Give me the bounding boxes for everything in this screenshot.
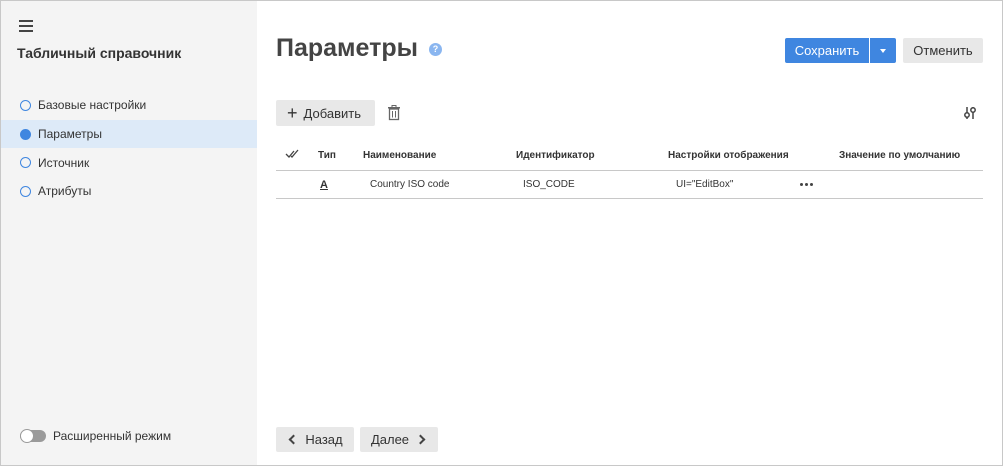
sidebar-item-label: Базовые настройки [38, 98, 147, 113]
cancel-button[interactable]: Отменить [903, 38, 983, 63]
trash-icon[interactable] [387, 105, 401, 121]
advanced-mode-label: Расширенный режим [53, 429, 172, 443]
page-title: Параметры [276, 34, 418, 62]
parameters-table: Тип Наименование Идентификатор Настройки… [276, 141, 983, 199]
menu-icon[interactable] [19, 20, 33, 32]
column-header-default-value[interactable]: Значение по умолчанию [839, 141, 960, 170]
caret-down-icon [880, 48, 886, 53]
column-header-identifier[interactable]: Идентификатор [516, 141, 595, 170]
sidebar-item-attributes[interactable]: Атрибуты [1, 177, 257, 206]
back-button-label: Назад [305, 432, 343, 447]
sidebar-nav: Базовые настройки Параметры Источник Атр… [1, 91, 257, 206]
settings-sliders-icon[interactable] [962, 105, 978, 121]
next-button-label: Далее [370, 432, 410, 447]
cell-display-settings: UI="EditBox" [676, 179, 734, 190]
back-button[interactable]: Назад [276, 427, 354, 452]
sidebar-item-base-settings[interactable]: Базовые настройки [1, 91, 257, 120]
column-header-display-settings[interactable]: Настройки отображения [668, 141, 789, 170]
sidebar: Табличный справочник Базовые настройки П… [1, 1, 257, 465]
check-all-icon[interactable] [285, 149, 301, 159]
advanced-mode-row: Расширенный режим [20, 429, 171, 443]
save-button[interactable]: Сохранить [785, 38, 869, 63]
save-dropdown-button[interactable] [870, 38, 896, 63]
help-icon[interactable]: ? [429, 43, 442, 56]
radio-icon [20, 99, 31, 111]
cell-identifier: ISO_CODE [523, 179, 575, 190]
sidebar-item-parameters[interactable]: Параметры [1, 119, 257, 149]
type-string-icon: A [320, 178, 328, 191]
cell-name: Country ISO code [370, 179, 450, 190]
toggle-knob [20, 429, 34, 443]
sidebar-title: Табличный справочник [17, 45, 182, 61]
add-button[interactable]: + Добавить [276, 100, 375, 126]
chevron-right-icon [415, 434, 426, 445]
next-button[interactable]: Далее [360, 427, 438, 452]
advanced-mode-toggle[interactable] [20, 429, 46, 443]
sidebar-item-source[interactable]: Источник [1, 148, 257, 177]
more-icon[interactable] [800, 171, 813, 198]
sidebar-item-label: Параметры [38, 127, 102, 142]
radio-icon [20, 128, 31, 140]
table-row[interactable]: A Country ISO code ISO_CODE UI="EditBox" [276, 171, 983, 199]
sidebar-item-label: Источник [38, 155, 90, 170]
radio-icon [20, 157, 31, 169]
column-header-name[interactable]: Наименование [363, 141, 436, 170]
sidebar-item-label: Атрибуты [38, 184, 92, 199]
column-header-type[interactable]: Тип [318, 141, 336, 170]
table-header: Тип Наименование Идентификатор Настройки… [276, 141, 983, 171]
add-button-label: Добавить [303, 105, 361, 121]
plus-icon: + [287, 103, 298, 123]
chevron-left-icon [288, 434, 299, 445]
radio-icon [20, 185, 31, 197]
